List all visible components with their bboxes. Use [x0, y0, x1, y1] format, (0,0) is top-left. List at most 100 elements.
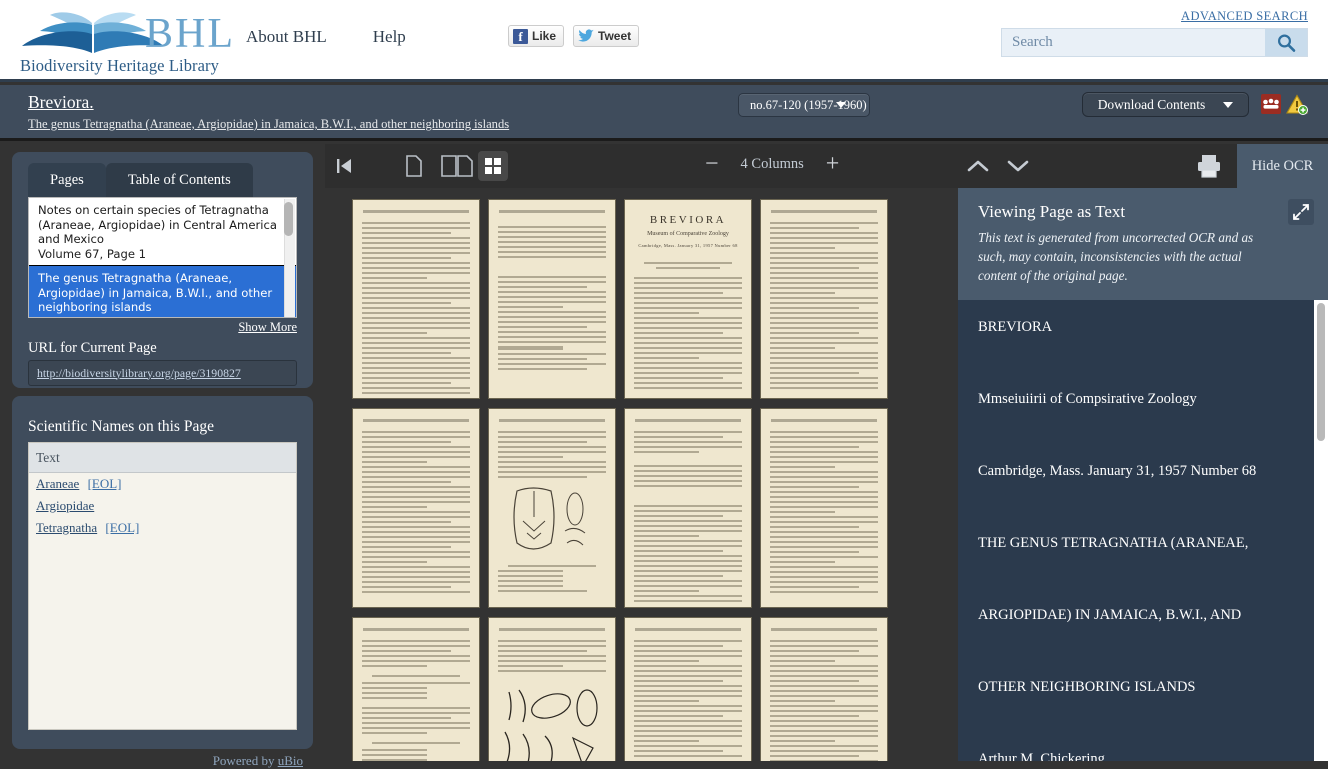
thumb-table-block — [634, 465, 742, 490]
first-page-icon — [337, 159, 351, 173]
two-page-view-icon — [441, 155, 473, 177]
add-warning-icon[interactable] — [1286, 94, 1308, 115]
thumbnail-row: BREVIORA Museum of Comparative Zoology C… — [353, 200, 945, 398]
show-more-link[interactable]: Show More — [238, 320, 297, 335]
thumb-text-block — [634, 262, 742, 392]
advanced-search-link[interactable]: ADVANCED SEARCH — [1181, 9, 1308, 24]
logo-subtitle: Biodiversity Heritage Library — [20, 56, 220, 75]
thumb-header-rule — [499, 419, 605, 422]
thumbnail-row — [353, 409, 945, 607]
main-nav: About BHL Help — [246, 27, 448, 47]
page-thumbnail[interactable] — [761, 200, 887, 398]
two-page-view-button[interactable] — [438, 151, 476, 181]
thumb-text-block — [362, 222, 470, 397]
facebook-like-button[interactable]: f Like — [508, 25, 565, 47]
current-page-url-link[interactable]: http://biodiversitylibrary.org/page/3190… — [37, 366, 241, 381]
page-list[interactable]: Notes on certain species of Tetragnatha … — [28, 197, 297, 318]
search-submit-button[interactable] — [1265, 29, 1307, 56]
thumb-text-block — [634, 505, 742, 605]
tab-pages[interactable]: Pages — [28, 163, 106, 197]
open-book-logo-icon — [22, 12, 164, 53]
page-thumbnail-title-page[interactable]: BREVIORA Museum of Comparative Zoology C… — [625, 200, 751, 398]
thumb-caption-block — [498, 565, 606, 595]
page-up-button[interactable] — [963, 151, 993, 181]
list-item[interactable]: The genus Tetragnatha (Araneae, Argiopid… — [29, 266, 296, 318]
twitter-tweet-button[interactable]: Tweet — [573, 25, 640, 47]
table-row: Araneae [EOL] — [29, 473, 296, 495]
scientific-names-panel: Scientific Names on this Page Text Arane… — [12, 396, 313, 749]
page-down-button[interactable] — [1003, 151, 1033, 181]
print-button[interactable] — [1195, 152, 1223, 180]
grid-view-button[interactable] — [478, 151, 508, 181]
nav-help[interactable]: Help — [373, 27, 406, 46]
logo-wordmark: BHL — [145, 11, 235, 57]
thumb-text-block — [362, 431, 470, 596]
scientific-name-link[interactable]: Tetragnatha — [36, 520, 97, 535]
scientific-name-link[interactable]: Araneae — [36, 476, 79, 491]
ocr-line: Cambridge, Mass. January 31, 1957 Number… — [978, 463, 1257, 479]
page-thumbnail[interactable] — [625, 618, 751, 761]
nav-about-bhl[interactable]: About BHL — [246, 27, 327, 46]
thumb-title-line1: BREVIORA — [649, 214, 727, 226]
page-thumbnail-grid: BREVIORA Museum of Comparative Zoology C… — [325, 188, 945, 761]
search-input[interactable] — [1002, 29, 1265, 56]
ocr-panel-title: Viewing Page as Text — [978, 202, 1126, 221]
scientific-names-table: Text Araneae [EOL] Argiopidae Tetragnath… — [28, 442, 297, 730]
thumb-title-line2: Museum of Comparative Zoology — [647, 231, 729, 237]
table-row: Argiopidae — [29, 495, 296, 517]
thumb-header-rule — [635, 628, 741, 631]
mendeley-icon[interactable] — [1261, 94, 1281, 114]
bhl-logo[interactable]: BHL Biodiversity Heritage Library — [20, 8, 235, 75]
url-section-label: URL for Current Page — [28, 340, 157, 356]
download-contents-button[interactable]: Download Contents — [1082, 92, 1249, 117]
volume-select[interactable]: no.67-120 (1957-1960) — [738, 93, 870, 117]
eol-link[interactable]: [EOL] — [88, 476, 122, 491]
scientific-name-link[interactable]: Argiopidae — [36, 498, 94, 513]
thumb-text-block — [634, 640, 742, 760]
sidebar-tabs: Pages Table of Contents — [28, 163, 253, 197]
search-icon — [1277, 33, 1296, 52]
current-page-url-box[interactable]: http://biodiversitylibrary.org/page/3190… — [28, 360, 297, 386]
page-thumbnail[interactable] — [761, 409, 887, 607]
tab-toc-label: Table of Contents — [127, 171, 231, 188]
page-thumbnail[interactable] — [353, 618, 479, 761]
ocr-scrollbar[interactable] — [1314, 300, 1328, 761]
thumb-header-rule — [363, 419, 469, 422]
page-thumbnail[interactable] — [489, 200, 615, 398]
like-label: Like — [532, 29, 557, 43]
single-page-view-button[interactable] — [399, 151, 429, 181]
scrollbar-thumb[interactable] — [284, 202, 293, 236]
page-thumbnail[interactable] — [489, 409, 615, 607]
hide-ocr-button[interactable]: Hide OCR — [1237, 144, 1328, 188]
eol-link[interactable]: [EOL] — [105, 520, 139, 535]
thumb-title-lines: BREVIORA Museum of Comparative Zoology C… — [625, 214, 751, 248]
article-title-link[interactable]: The genus Tetragnatha (Araneae, Argiopid… — [28, 117, 509, 132]
scientific-names-title: Scientific Names on this Page — [28, 418, 214, 435]
thumb-header-rule — [771, 628, 877, 631]
page-thumbnail[interactable] — [489, 618, 615, 761]
decrease-columns-button[interactable]: − — [705, 152, 719, 176]
thumb-table-block — [498, 226, 606, 261]
expand-button[interactable] — [1288, 199, 1314, 225]
tab-pages-label: Pages — [50, 171, 84, 188]
page-thumbnail[interactable] — [761, 618, 887, 761]
scrollbar-thumb[interactable] — [1317, 303, 1325, 441]
grid-view-icon — [485, 158, 501, 174]
increase-columns-button[interactable]: + — [826, 152, 840, 176]
book-title-link[interactable]: Breviora. — [28, 92, 94, 113]
thumb-header-rule — [635, 419, 741, 422]
page-thumbnail[interactable] — [625, 409, 751, 607]
ocr-panel-header: Viewing Page as Text This text is genera… — [958, 188, 1328, 300]
page-item-volume: Volume 68, Page 1 — [38, 315, 287, 318]
page-thumbnail[interactable] — [353, 200, 479, 398]
thumb-header-rule — [363, 628, 469, 631]
list-item[interactable]: Notes on certain species of Tetragnatha … — [29, 198, 296, 266]
page-list-scrollbar[interactable] — [284, 199, 295, 317]
thumb-text-block — [770, 640, 878, 761]
thumb-header-rule — [499, 210, 605, 213]
ocr-line: Mmseiuiirii of Compsirative Zoology — [978, 391, 1197, 407]
page-thumbnail[interactable] — [353, 409, 479, 607]
first-page-button[interactable] — [329, 151, 359, 181]
thumb-text-block — [498, 276, 606, 351]
tab-table-of-contents[interactable]: Table of Contents — [105, 163, 253, 197]
